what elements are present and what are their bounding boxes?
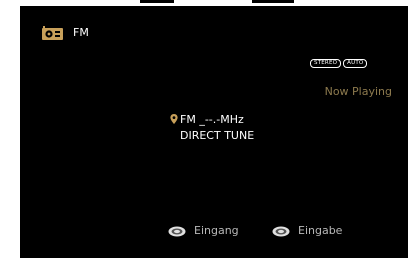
top-notch-right [252,0,294,3]
frequency-unit: MHz [220,113,244,126]
radio-icon [42,26,63,40]
enter-hint-label: Eingabe [298,224,343,237]
dial-knob-icon [168,226,186,236]
tune-mode: DIRECT TUNE [180,129,255,142]
top-edge [20,0,408,6]
frequency-value: _--.- [199,113,221,126]
frequency-line: FM _--.-MHz [170,113,244,127]
stereo-badge: STEREO [310,59,342,68]
now-playing-label: Now Playing [324,85,392,98]
tuner-screen: FM STEREO AUTO Now Playing FM _--.-MHz D… [0,0,408,266]
auto-badge: AUTO [343,59,368,68]
location-pin-icon [170,114,178,124]
input-hint: Eingang [168,224,239,238]
input-hint-label: Eingang [194,224,239,237]
top-notch-left [140,0,174,3]
status-badges: STEREO AUTO [310,59,368,68]
dial-knob-icon [272,226,290,236]
enter-hint: Eingabe [272,224,342,238]
bottom-margin [14,258,408,266]
band-label: FM [180,113,196,126]
source-label: FM [73,26,89,39]
left-margin [0,0,14,266]
